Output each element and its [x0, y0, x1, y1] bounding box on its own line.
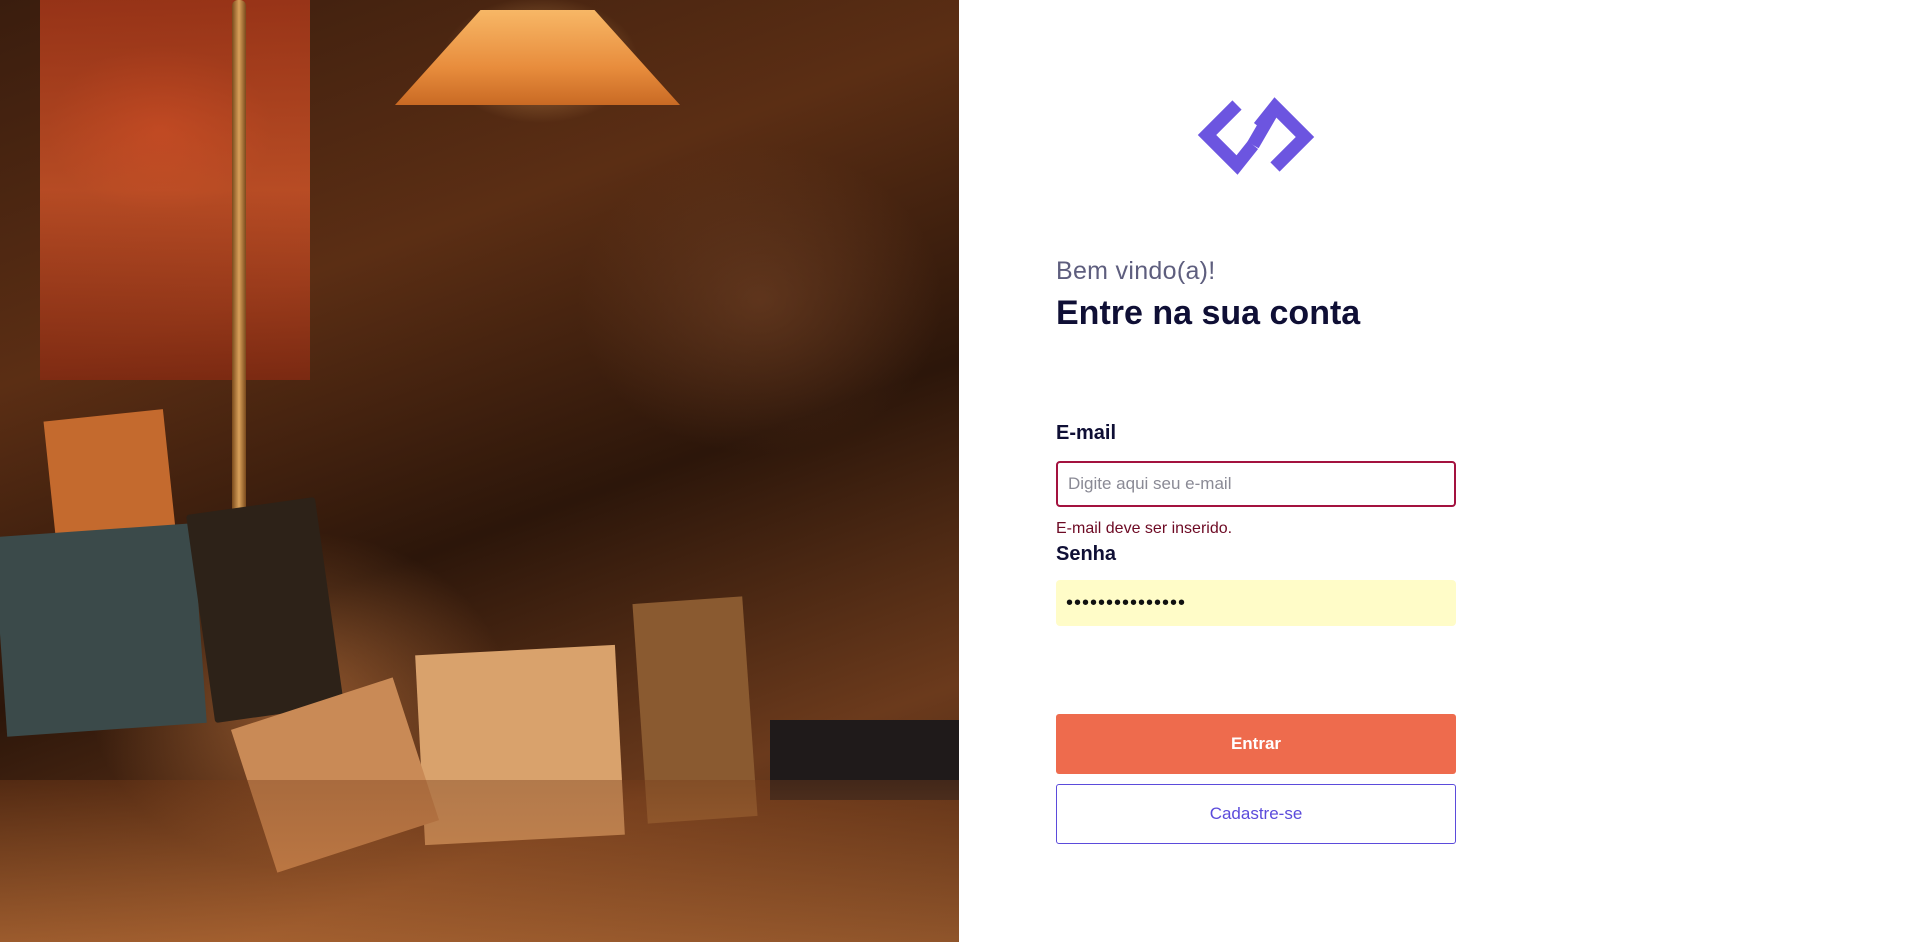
register-button[interactable]: Cadastre-se — [1056, 784, 1456, 844]
page-title: Entre na sua conta — [1056, 294, 1361, 332]
email-field[interactable] — [1056, 461, 1456, 507]
login-page: Bem vindo(a)! Entre na sua conta E-mail … — [0, 0, 1919, 942]
poster-decoration — [40, 0, 310, 380]
book-decoration — [0, 523, 207, 737]
login-button[interactable]: Entrar — [1056, 714, 1456, 774]
greeting-text: Bem vindo(a)! — [1056, 257, 1216, 285]
password-field[interactable] — [1056, 580, 1456, 626]
email-error-message: E-mail deve ser inserido. — [1056, 520, 1233, 537]
table-decoration — [0, 780, 959, 942]
email-label: E-mail — [1056, 422, 1117, 444]
password-label: Senha — [1056, 543, 1117, 565]
lamp-pole-decoration — [232, 0, 246, 520]
lamp-shade-decoration — [395, 10, 680, 105]
brand-logo-icon — [1195, 95, 1317, 177]
book-decoration — [186, 496, 344, 724]
hero-photo — [0, 0, 959, 942]
